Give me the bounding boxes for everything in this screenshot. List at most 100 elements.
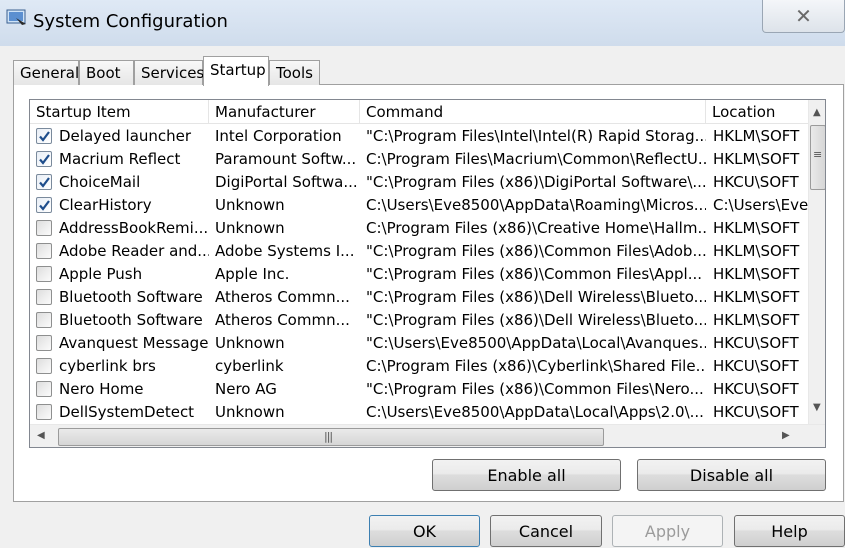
column-header-manufacturer[interactable]: Manufacturer (209, 100, 360, 124)
manufacturer-cell: cyberlink (215, 357, 284, 375)
close-icon: ✕ (795, 4, 812, 28)
checkmark-icon (39, 200, 50, 211)
table-row[interactable]: Nero Home Nero AG "C:\Program Files (x86)\… (30, 378, 808, 401)
table-row[interactable]: cyberlink brs cyberlink C:\Program Files (… (30, 355, 808, 378)
startup-item-checkbox[interactable] (36, 312, 52, 328)
startup-item-cell: AddressBookRemi... (59, 219, 209, 237)
startup-item-cell: Nero Home (59, 380, 144, 398)
startup-item-cell: Bluetooth Software (59, 311, 203, 329)
startup-item-cell: Bluetooth Software (59, 288, 203, 306)
scroll-left-icon[interactable]: ◀ (37, 430, 45, 441)
table-row[interactable]: Apple Push Apple Inc. "C:\Program Files (x… (30, 263, 808, 286)
startup-item-checkbox[interactable] (36, 404, 52, 420)
table-row[interactable]: Avanquest Message Unknown "C:\Users\Eve850… (30, 332, 808, 355)
help-button[interactable]: Help (734, 515, 845, 547)
horizontal-scrollbar[interactable]: ◀ ||| ▶ (30, 424, 825, 447)
manufacturer-cell: Adobe Systems I... (215, 242, 355, 260)
command-cell: "C:\Program Files (x86)\Dell Wireless\Bl… (366, 311, 706, 329)
manufacturer-cell: Apple Inc. (215, 265, 290, 283)
location-cell: HKLM\SOFT (713, 311, 800, 329)
grip-icon: ≡ (813, 148, 822, 161)
command-cell: "C:\Program Files\Intel\Intel(R) Rapid S… (366, 127, 706, 145)
startup-item-cell: Adobe Reader and... (59, 242, 209, 260)
startup-item-checkbox[interactable] (36, 151, 52, 167)
command-cell: "C:\Program Files (x86)\DigiPortal Softw… (366, 173, 706, 191)
apply-button[interactable]: Apply (612, 515, 723, 547)
location-cell: HKLM\SOFT (713, 127, 800, 145)
startup-item-cell: Apple Push (59, 265, 143, 283)
table-row[interactable]: Bluetooth Software Atheros Commn... "C:\Pr… (30, 309, 808, 332)
table-row[interactable]: DellSystemDetect Unknown C:\Users\Eve8500\… (30, 401, 808, 424)
startup-list[interactable]: Startup Item Manufacturer Command Locati… (29, 99, 826, 448)
startup-item-checkbox[interactable] (36, 197, 52, 213)
manufacturer-cell: Atheros Commn... (215, 288, 350, 306)
scroll-up-icon[interactable]: ▲ (813, 107, 821, 118)
location-cell: HKCU\SOFT (713, 173, 799, 191)
manufacturer-cell: Nero AG (215, 380, 277, 398)
table-row[interactable]: ClearHistory Unknown C:\Users\Eve8500\AppD… (30, 194, 808, 217)
vertical-scroll-thumb[interactable]: ≡ (810, 125, 825, 190)
manufacturer-cell: DigiPortal Softwa... (215, 173, 358, 191)
command-cell: C:\Users\Eve8500\AppData\Roaming\Micros.… (366, 196, 706, 214)
scroll-down-icon[interactable]: ▼ (813, 402, 821, 413)
command-cell: C:\Program Files (x86)\Cyberlink\Shared … (366, 357, 706, 375)
command-cell: "C:\Program Files (x86)\Common Files\Ner… (366, 380, 704, 398)
scroll-right-icon[interactable]: ▶ (782, 430, 790, 441)
startup-item-checkbox[interactable] (36, 381, 52, 397)
cancel-button[interactable]: Cancel (490, 515, 602, 547)
table-row[interactable]: Delayed launcher Intel Corporation "C:\Pro… (30, 125, 808, 148)
table-row[interactable]: Bluetooth Software Atheros Commn... "C:\Pr… (30, 286, 808, 309)
vertical-scrollbar[interactable]: ▲ ≡ ▼ (808, 100, 825, 424)
location-cell: HKLM\SOFT (713, 265, 800, 283)
command-cell: "C:\Program Files (x86)\Common Files\Ado… (366, 242, 706, 260)
location-cell: HKLM\SOFT (713, 242, 800, 260)
disable-all-button[interactable]: Disable all (637, 459, 826, 491)
startup-item-cell: Avanquest Message (59, 334, 209, 352)
startup-item-cell: cyberlink brs (59, 357, 156, 375)
manufacturer-cell: Unknown (215, 334, 285, 352)
location-cell: C:\Users\Eve (713, 196, 808, 214)
column-header-startup-item[interactable]: Startup Item (30, 100, 209, 124)
manufacturer-cell: Atheros Commn... (215, 311, 350, 329)
startup-item-cell: Macrium Reflect (59, 150, 181, 168)
msconfig-icon (6, 9, 28, 27)
location-cell: HKCU\SOFT (713, 380, 799, 398)
table-row[interactable]: Adobe Reader and... Adobe Systems I... "C:… (30, 240, 808, 263)
manufacturer-cell: Unknown (215, 196, 285, 214)
startup-item-checkbox[interactable] (36, 220, 52, 236)
tab-tools[interactable]: Tools (269, 60, 320, 85)
column-header-location[interactable]: Location (706, 100, 808, 124)
startup-item-checkbox[interactable] (36, 335, 52, 351)
table-row[interactable]: Macrium Reflect Paramount Softw... C:\Prog… (30, 148, 808, 171)
column-header-command[interactable]: Command (360, 100, 706, 124)
startup-item-checkbox[interactable] (36, 358, 52, 374)
startup-item-checkbox[interactable] (36, 174, 52, 190)
tab-services[interactable]: Services (134, 60, 204, 85)
startup-item-checkbox[interactable] (36, 243, 52, 259)
table-row[interactable]: AddressBookRemi... Unknown C:\Program File… (30, 217, 808, 240)
command-cell: "C:\Program Files (x86)\Common Files\App… (366, 265, 703, 283)
location-cell: HKLM\SOFT (713, 150, 800, 168)
title-bar: System Configuration ✕ (0, 0, 845, 46)
close-button[interactable]: ✕ (762, 0, 845, 33)
location-cell: HKCU\SOFT (713, 334, 799, 352)
horizontal-scroll-thumb[interactable]: ||| (58, 428, 604, 446)
startup-item-checkbox[interactable] (36, 128, 52, 144)
manufacturer-cell: Intel Corporation (215, 127, 342, 145)
window-title: System Configuration (33, 11, 228, 32)
tab-startup[interactable]: Startup (203, 56, 269, 86)
ok-button[interactable]: OK (369, 515, 480, 547)
startup-item-checkbox[interactable] (36, 266, 52, 282)
startup-item-cell: Delayed launcher (59, 127, 192, 145)
checkmark-icon (39, 154, 50, 165)
checkmark-icon (39, 131, 50, 142)
enable-all-button[interactable]: Enable all (432, 459, 621, 491)
startup-item-checkbox[interactable] (36, 289, 52, 305)
startup-item-cell: ClearHistory (59, 196, 152, 214)
manufacturer-cell: Unknown (215, 219, 285, 237)
table-row[interactable]: ChoiceMail DigiPortal Softwa... "C:\Progra… (30, 171, 808, 194)
tab-general[interactable]: General (13, 60, 79, 85)
startup-item-cell: ChoiceMail (59, 173, 141, 191)
tab-boot[interactable]: Boot (79, 60, 134, 85)
command-cell: C:\Program Files\Macrium\Common\ReflectU… (366, 150, 706, 168)
